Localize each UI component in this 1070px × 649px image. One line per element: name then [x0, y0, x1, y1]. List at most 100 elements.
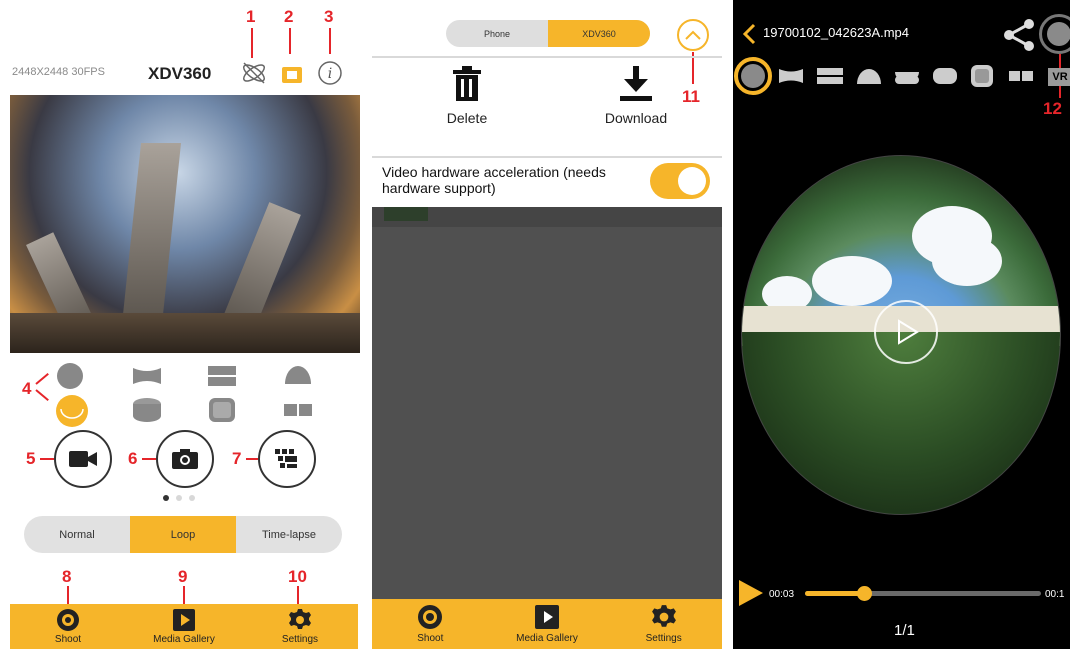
mode-loop[interactable]: Loop — [130, 516, 236, 553]
view-cube-icon[interactable] — [206, 396, 238, 424]
capture-button[interactable] — [1039, 14, 1070, 54]
media-thumbnail[interactable] — [384, 207, 428, 221]
divider — [372, 156, 722, 158]
annotation-3: 3 — [324, 7, 334, 26]
annotation-6: 6 — [128, 449, 138, 468]
tab-settings[interactable]: Settings — [605, 599, 722, 649]
svg-text:i: i — [328, 66, 332, 82]
total-time: 00:1 — [1045, 589, 1065, 600]
tab-media-gallery[interactable]: Media Gallery — [489, 599, 606, 649]
view-sphere-icon[interactable] — [54, 362, 86, 390]
view-panorama-icon[interactable] — [779, 69, 803, 83]
tab-label: Shoot — [54, 634, 82, 645]
gear-icon — [289, 609, 311, 629]
device-name: XDV360 — [148, 64, 212, 83]
tab-shoot[interactable]: Shoot — [10, 604, 126, 649]
view-dual-strip-icon[interactable] — [206, 364, 238, 388]
view-cylinder-icon[interactable] — [131, 396, 163, 424]
take-photo-button[interactable] — [156, 430, 214, 488]
camera-lens-icon — [57, 609, 79, 631]
tab-label: Settings — [645, 633, 682, 644]
view-dome-icon[interactable] — [282, 362, 314, 388]
seek-bar[interactable] — [805, 586, 1041, 601]
annotation-4: 4 — [22, 379, 32, 398]
delete-label: Delete — [446, 110, 488, 126]
burst-icon — [275, 449, 297, 468]
collapse-button[interactable] — [677, 19, 709, 51]
view-dual-strip-icon[interactable] — [817, 68, 843, 84]
play-icon[interactable] — [737, 578, 765, 608]
tab-label: Settings — [281, 634, 319, 645]
mode-timelapse[interactable]: Time-lapse — [236, 516, 342, 553]
video-player-screen: 19700102_042623A.mp4 12 VR 00:03 00:1 1/… — [733, 0, 1070, 649]
tab-phone[interactable]: Phone — [446, 20, 548, 47]
shoot-screen: 1 2 3 2448X2448 30FPS XDV360 i 4 5 6 7 N… — [0, 0, 368, 649]
play-icon — [898, 319, 919, 345]
vr-mode-button[interactable]: VR — [1048, 68, 1070, 86]
view-bowl-icon[interactable] — [895, 72, 919, 84]
record-video-button[interactable] — [54, 430, 112, 488]
annotation-line — [183, 586, 185, 606]
download-icon — [620, 66, 652, 101]
view-sphere-icon[interactable] — [734, 57, 772, 95]
media-list[interactable] — [372, 207, 722, 599]
annotation-line — [40, 458, 54, 460]
capture-mode-selector: Normal Loop Time-lapse — [24, 516, 342, 553]
chevron-up-icon — [685, 30, 701, 40]
delete-button[interactable]: Delete — [432, 66, 502, 126]
play-video-button[interactable] — [874, 300, 938, 364]
seek-handle[interactable] — [857, 586, 872, 601]
annotation-1: 1 — [246, 7, 256, 26]
tab-media-gallery[interactable]: Media Gallery — [126, 604, 242, 649]
hw-accel-toggle[interactable] — [650, 163, 710, 199]
live-preview — [10, 95, 360, 353]
annotation-line — [246, 458, 258, 460]
annotation-line — [297, 586, 299, 606]
page-indicator: 1/1 — [894, 622, 915, 639]
annotation-8: 8 — [62, 567, 72, 586]
page-dots — [163, 495, 195, 501]
bottom-tab-bar: Shoot Media Gallery Settings — [10, 604, 358, 649]
tab-settings[interactable]: Settings — [242, 604, 358, 649]
play-icon — [173, 609, 195, 631]
media-gallery-screen: Phone XDV360 11 Delete Download Video ha… — [372, 0, 722, 649]
file-name: 19700102_042623A.mp4 — [763, 25, 910, 40]
hw-accel-label: Video hardware acceleration (needs hardw… — [382, 164, 606, 196]
annotation-2: 2 — [284, 7, 294, 26]
annotation-12: 12 — [1043, 99, 1062, 118]
view-bowl-icon[interactable] — [54, 393, 90, 429]
annotation-line — [142, 458, 156, 460]
annotation-9: 9 — [178, 567, 188, 586]
annotation-line — [35, 389, 49, 402]
playback-controls: 00:03 00:1 — [733, 575, 1070, 609]
timelapse-mode-button[interactable] — [258, 430, 316, 488]
gear-icon — [651, 605, 676, 627]
view-split-icon[interactable] — [1009, 71, 1033, 81]
info-icon[interactable]: i — [316, 59, 344, 87]
share-icon[interactable] — [1003, 18, 1035, 52]
view-panorama-icon[interactable] — [131, 366, 163, 386]
seek-progress — [805, 591, 864, 596]
annotation-line — [67, 586, 69, 606]
download-button[interactable]: Download — [586, 66, 686, 126]
camera-lens-icon — [418, 605, 443, 629]
view-dome-icon[interactable] — [857, 69, 881, 84]
back-icon[interactable] — [741, 23, 757, 45]
annotation-10: 10 — [288, 567, 307, 586]
annotation-line — [35, 372, 49, 385]
tab-label: Shoot — [417, 633, 444, 644]
view-cube-icon[interactable] — [971, 65, 993, 87]
current-time: 00:03 — [769, 589, 795, 600]
divider — [372, 56, 722, 58]
camera-status-icon[interactable] — [278, 59, 306, 87]
play-icon — [535, 605, 559, 629]
view-cylinder-icon[interactable] — [933, 68, 957, 84]
view-split-icon[interactable] — [282, 400, 314, 420]
bottom-tab-bar: Shoot Media Gallery Settings — [372, 599, 722, 649]
trash-icon — [453, 66, 481, 101]
tab-shoot[interactable]: Shoot — [372, 599, 489, 649]
wifi-off-icon[interactable] — [240, 59, 268, 87]
tab-label: Media Gallery — [516, 633, 578, 644]
tab-xdv360[interactable]: XDV360 — [548, 20, 650, 47]
mode-normal[interactable]: Normal — [24, 516, 130, 553]
